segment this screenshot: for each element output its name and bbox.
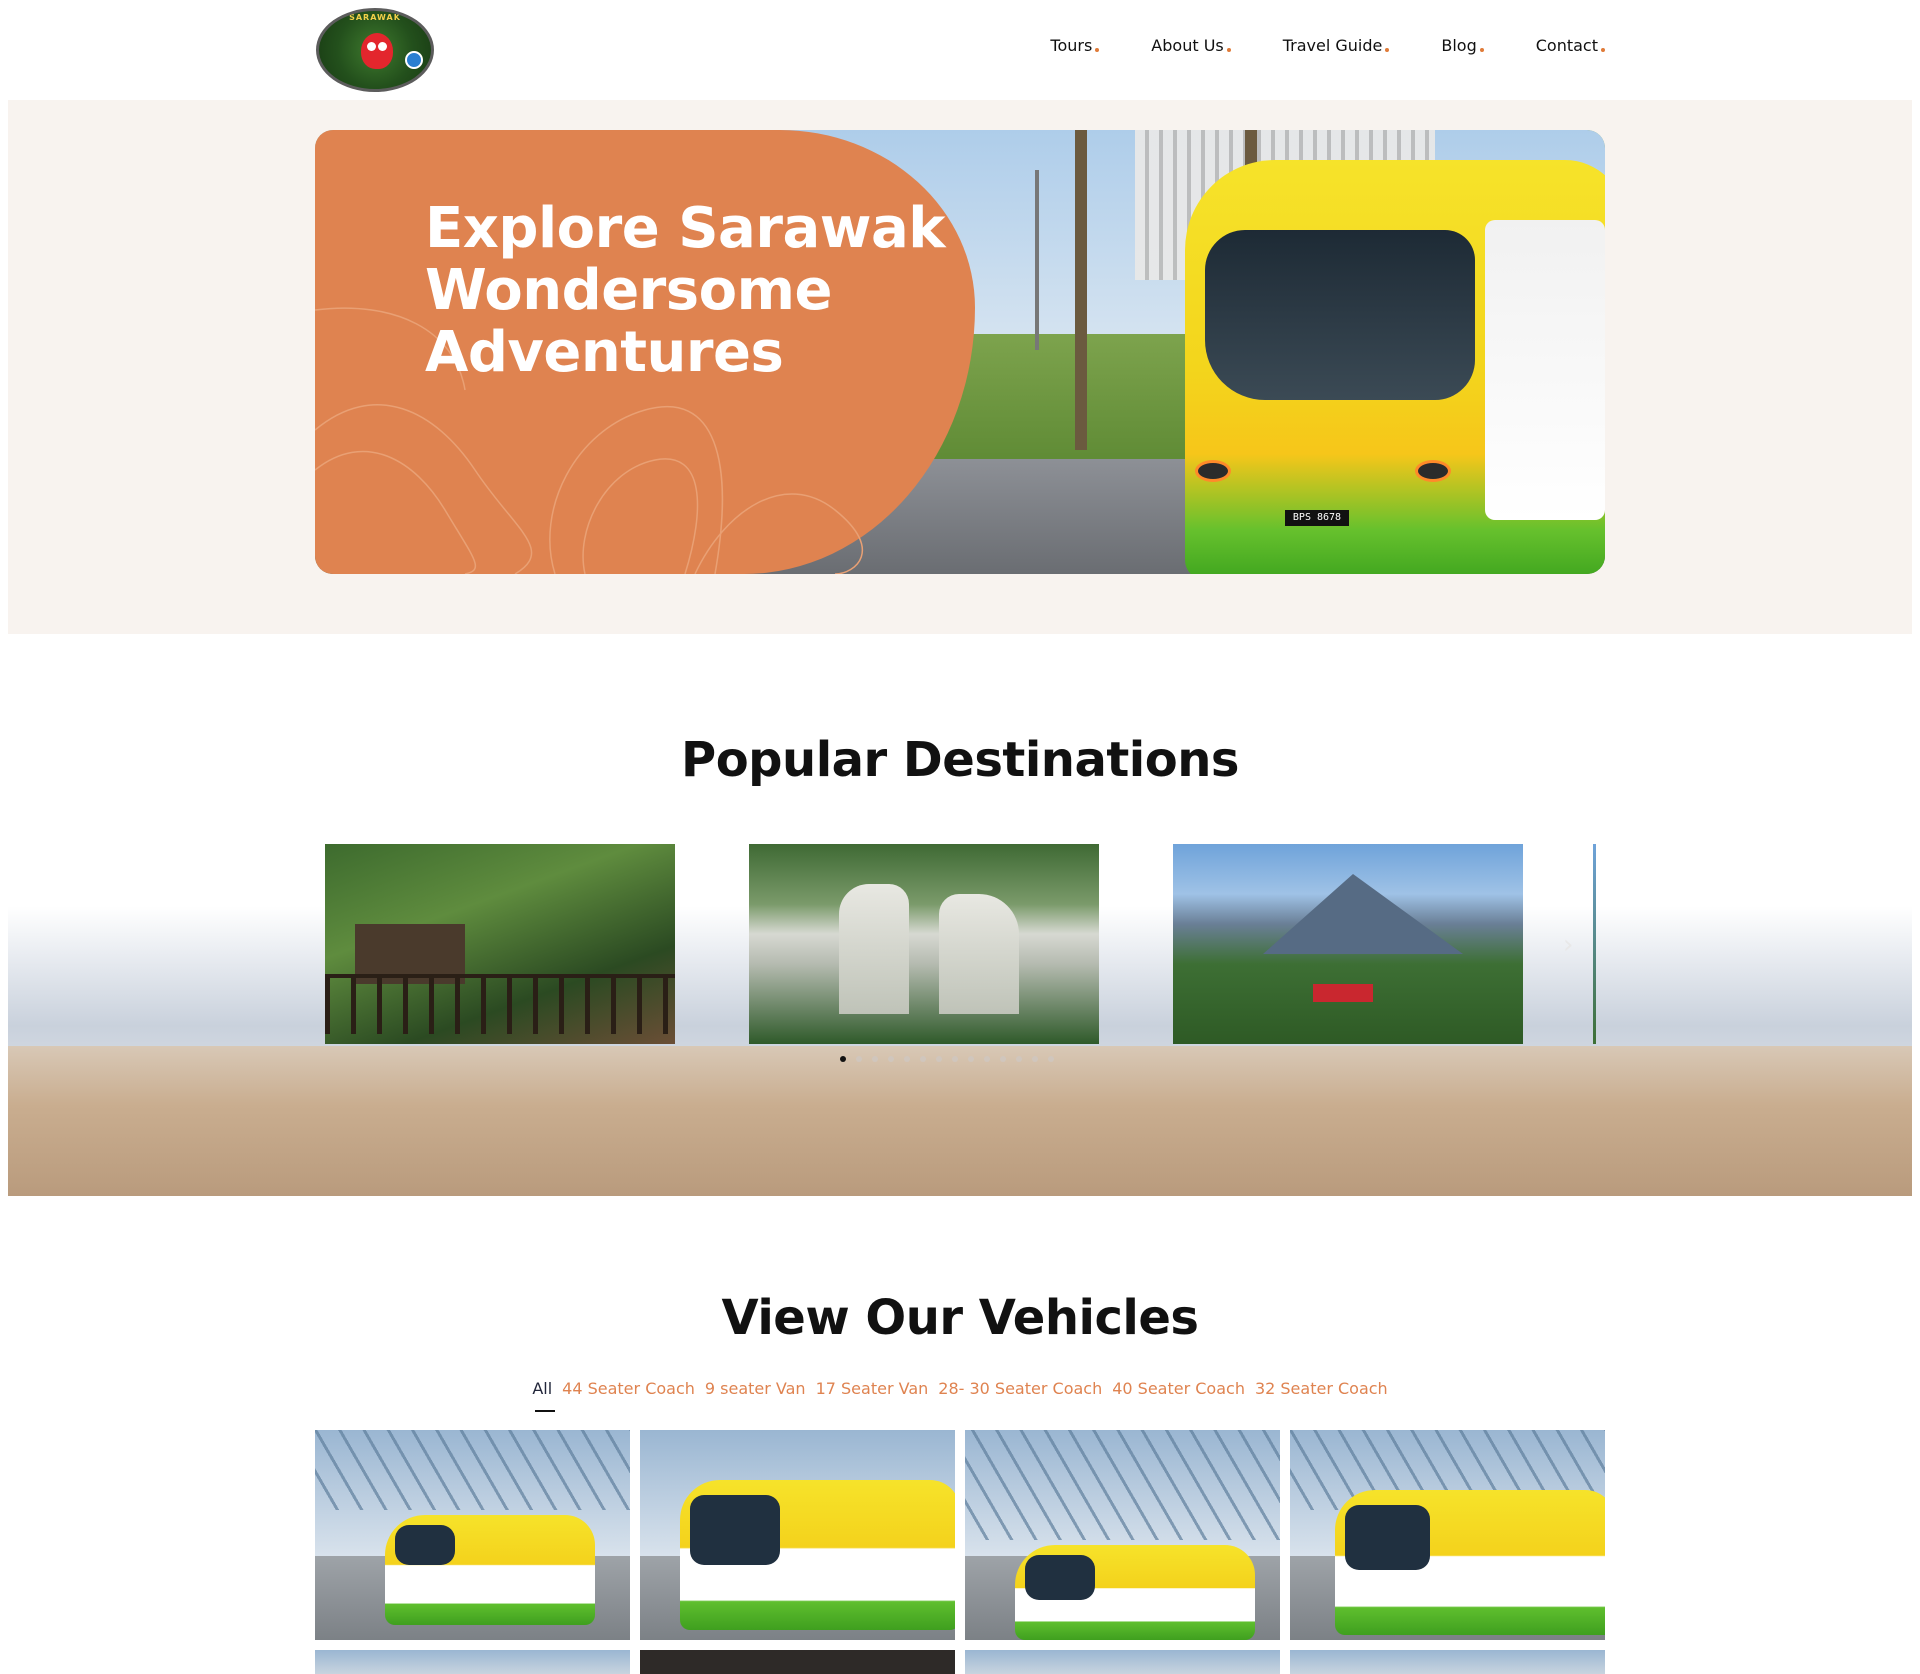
hero-banner: BPS 8678 Explore Sarawak Wondersome Adve… [315,130,1605,574]
carousel-dot[interactable] [968,1056,974,1062]
nav-label: Blog [1441,36,1477,55]
nav-item-tours[interactable]: Tours [1050,36,1100,55]
vehicle-photo[interactable] [965,1650,1280,1674]
vehicle-photo[interactable] [1290,1430,1605,1640]
nav-label: Travel Guide [1282,36,1383,55]
main-nav: Tours About Us Travel Guide Blog Contact [1050,36,1605,55]
dot-icon [1226,48,1231,52]
vehicle-photo[interactable] [965,1430,1280,1640]
destination-card[interactable] [325,844,675,1044]
destination-card[interactable] [749,844,1099,1044]
filter-tab[interactable]: 17 Seater Van [816,1379,929,1398]
filter-tab[interactable]: 9 seater Van [705,1379,806,1398]
carousel-dot[interactable] [984,1056,990,1062]
vehicles-title: View Our Vehicles [721,1290,1199,1346]
site-logo[interactable]: SARAWAK [316,8,434,92]
bus-image: BPS 8678 [1185,160,1605,574]
carousel-dot[interactable] [1000,1056,1006,1062]
carousel-dot[interactable] [904,1056,910,1062]
carousel-dot[interactable] [1016,1056,1022,1062]
carousel-dot[interactable] [1048,1056,1054,1062]
nav-label: Tours [1050,36,1093,55]
hero-title: Explore Sarawak Wondersome Adventures [425,198,965,384]
dot-icon [1385,48,1390,52]
logo-ring-text: SARAWAK [349,13,401,22]
active-filter-underline [535,1410,555,1412]
carousel-dot[interactable] [936,1056,942,1062]
vehicle-photo[interactable] [1290,1650,1605,1674]
site-header: SARAWAK Tours About Us Travel Guide Blog… [0,0,1920,100]
vehicle-photo[interactable] [315,1430,630,1640]
carousel-dot[interactable] [856,1056,862,1062]
dot-icon [1601,48,1605,52]
nav-item-contact[interactable]: Contact [1536,36,1605,55]
carousel-pagination [840,1056,1054,1062]
nav-item-blog[interactable]: Blog [1441,36,1484,55]
vehicle-photo[interactable] [640,1430,955,1640]
nav-label: About Us [1151,36,1224,55]
destination-card-partial[interactable] [1593,844,1596,1044]
chevron-right-icon[interactable]: › [1563,930,1573,960]
hero-text-panel: Explore Sarawak Wondersome Adventures [315,130,975,574]
vehicle-photo[interactable] [315,1650,630,1674]
filter-tab[interactable]: 40 Seater Coach [1112,1379,1245,1398]
destination-card[interactable] [1173,844,1523,1044]
hero-title-line: Adventures [425,320,784,385]
carousel-dot[interactable] [872,1056,878,1062]
carousel-dot[interactable] [1032,1056,1038,1062]
filter-tab[interactable]: 44 Seater Coach [562,1379,695,1398]
vehicle-photo[interactable] [640,1650,955,1674]
badge-icon [405,51,423,69]
carousel-dot[interactable] [920,1056,926,1062]
dot-icon [1095,48,1100,52]
destinations-title: Popular Destinations [681,732,1239,788]
nav-item-about-us[interactable]: About Us [1151,36,1231,55]
hornbill-icon [361,33,393,69]
hero-title-line: Explore Sarawak [425,196,946,261]
carousel-dot[interactable] [840,1056,846,1062]
filter-tab[interactable]: 28- 30 Seater Coach [938,1379,1102,1398]
dot-icon [1479,48,1484,52]
filter-tab[interactable]: All [532,1379,552,1398]
bus-plate: BPS 8678 [1285,510,1349,526]
hero-title-line: Wondersome [425,258,832,323]
nav-label: Contact [1535,36,1598,55]
filter-tab[interactable]: 32 Seater Coach [1255,1379,1388,1398]
nav-item-travel-guide[interactable]: Travel Guide [1283,36,1390,55]
carousel-dot[interactable] [952,1056,958,1062]
carousel-dot[interactable] [888,1056,894,1062]
vehicle-filter-tabs: All 44 Seater Coach 9 seater Van 17 Seater … [0,1379,1920,1398]
